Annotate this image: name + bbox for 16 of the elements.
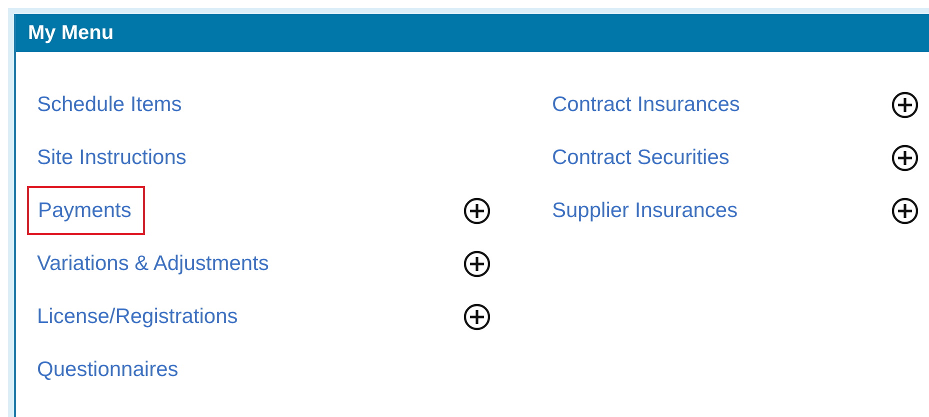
menu-link[interactable]: Payments <box>38 198 132 222</box>
menu-link[interactable]: Questionnaires <box>37 358 178 381</box>
menu-link[interactable]: Contract Securities <box>552 146 730 169</box>
expand-icon[interactable] <box>463 250 491 278</box>
panel-title: My Menu <box>28 21 114 46</box>
expand-icon[interactable] <box>463 302 491 330</box>
menu-link[interactable]: Supplier Insurances <box>552 198 738 222</box>
expand-icon[interactable] <box>891 144 919 172</box>
menu-link[interactable]: Variations & Adjustments <box>37 252 269 275</box>
expand-icon[interactable] <box>891 90 919 118</box>
menu-link[interactable]: License/Registrations <box>37 304 238 328</box>
expand-icon[interactable] <box>463 196 491 224</box>
menu-link[interactable]: Contract Insurances <box>552 92 740 116</box>
menu-link[interactable]: Site Instructions <box>37 146 186 169</box>
expand-icon[interactable] <box>891 196 919 224</box>
menu-link[interactable]: Schedule Items <box>37 92 182 116</box>
